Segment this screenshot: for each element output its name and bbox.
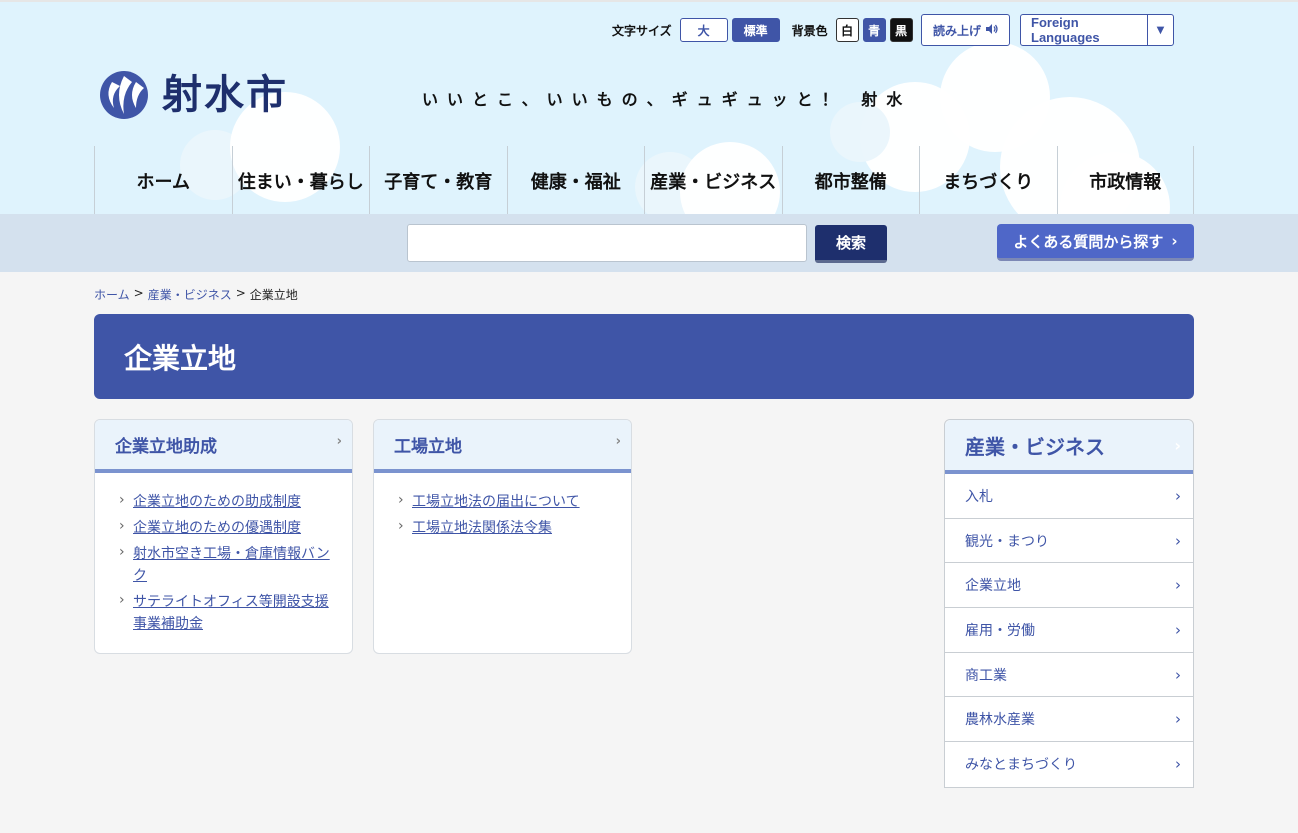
gnav-item-urban[interactable]: 都市整備: [781, 146, 920, 214]
breadcrumb-separator: >: [133, 286, 144, 300]
card-heading[interactable]: 工場立地 ›: [374, 420, 631, 473]
bg-black-button[interactable]: 黒: [889, 18, 913, 42]
chevron-right-icon: ›: [1171, 232, 1178, 250]
font-standard-button[interactable]: 標準: [731, 18, 780, 42]
breadcrumb: ホーム > 産業・ビジネス > 企業立地: [94, 286, 298, 303]
read-aloud-label: 読み上げ: [932, 23, 981, 38]
breadcrumb-parent[interactable]: 産業・ビジネス: [148, 286, 232, 303]
side-nav-item-port-town[interactable]: みなとまちづくり ›: [945, 742, 1193, 787]
side-nav-item-label: 商工業: [965, 667, 1007, 684]
gnav-item-community[interactable]: まちづくり: [919, 146, 1057, 214]
search-bar: 検索 よくある質問から探す ›: [0, 214, 1298, 272]
city-emblem-icon: [100, 71, 148, 119]
side-nav-item-agriculture[interactable]: 農林水産業 ›: [945, 697, 1193, 743]
breadcrumb-home[interactable]: ホーム: [94, 286, 130, 303]
search-button[interactable]: 検索: [815, 225, 887, 263]
side-nav-title: 産業・ビジネス: [965, 434, 1105, 459]
card-link[interactable]: サテライトオフィス等開設支援事業補助金: [133, 594, 329, 632]
chevron-right-icon: ›: [1175, 755, 1181, 774]
list-item: 企業立地のための助成制度: [119, 489, 332, 513]
side-nav-item-tourism[interactable]: 観光・まつり ›: [945, 519, 1193, 564]
font-size-label: 文字サイズ: [612, 23, 672, 38]
breadcrumb-separator: >: [235, 286, 246, 300]
background-color-label: 背景色: [791, 23, 828, 38]
gnav-item-health[interactable]: 健康・福祉: [506, 146, 645, 214]
card-link[interactable]: 射水市空き工場・倉庫情報バンク: [133, 546, 330, 584]
list-item: 射水市空き工場・倉庫情報バンク: [119, 541, 332, 587]
card-link[interactable]: 工場立地法の届出について: [412, 494, 580, 510]
card-link[interactable]: 企業立地のための優遇制度: [133, 520, 301, 536]
site-logo[interactable]: 射水市: [94, 70, 288, 120]
speaker-icon: [985, 23, 998, 38]
utility-bar: 文字サイズ 大 標準 背景色 白 青 黒: [600, 14, 917, 46]
chevron-right-icon: ›: [1174, 435, 1181, 455]
page-title: 企業立地: [94, 314, 1194, 399]
read-aloud-button[interactable]: 読み上げ: [921, 14, 1010, 46]
chevron-right-icon: ›: [1175, 665, 1181, 684]
list-item: 工場立地法の届出について: [398, 489, 611, 513]
faq-search-label: よくある質問から探す: [1013, 232, 1164, 251]
logo-text: 射水市: [162, 72, 288, 118]
chevron-right-icon: ›: [615, 434, 621, 449]
bg-white-button[interactable]: 白: [835, 18, 859, 42]
foreign-languages-select[interactable]: Foreign Languages ▼: [1020, 14, 1174, 46]
card-title: 工場立地: [394, 437, 462, 457]
breadcrumb-current: 企業立地: [249, 288, 298, 302]
side-nav-item-label: 入札: [965, 488, 993, 505]
card-link-list: 工場立地法の届出について 工場立地法関係法令集: [374, 473, 631, 539]
gnav-item-living[interactable]: 住まい・暮らし: [231, 146, 370, 214]
side-nav-item-label: 企業立地: [965, 578, 1021, 595]
site-header: 文字サイズ 大 標準 背景色 白 青 黒 読み上げ Foreign Langua…: [0, 0, 1298, 214]
card-link-list: 企業立地のための助成制度 企業立地のための優遇制度 射水市空き工場・倉庫情報バン…: [95, 473, 352, 635]
font-large-button[interactable]: 大: [679, 18, 728, 42]
catchphrase: いいとこ、いいもの、ギュギュッと！ 射水: [422, 90, 912, 109]
gnav-item-home[interactable]: ホーム: [94, 146, 232, 214]
chevron-right-icon: ›: [1175, 531, 1181, 550]
list-item: 企業立地のための優遇制度: [119, 515, 332, 539]
side-nav-item-label: 観光・まつり: [965, 533, 1049, 550]
faq-search-button[interactable]: よくある質問から探す ›: [997, 224, 1194, 261]
chevron-down-icon: ▼: [1147, 15, 1173, 45]
side-nav-item-label: みなとまちづくり: [965, 757, 1077, 774]
chevron-right-icon: ›: [1175, 710, 1181, 729]
side-nav-item-label: 農林水産業: [965, 712, 1035, 729]
side-nav: 産業・ビジネス › 入札 › 観光・まつり › 企業立地 › 雇用・労働 › 商…: [944, 419, 1194, 788]
side-nav-item-business-location[interactable]: 企業立地 ›: [945, 563, 1193, 609]
search-input[interactable]: [407, 224, 807, 262]
side-nav-item-employment[interactable]: 雇用・労働 ›: [945, 608, 1193, 653]
card-heading[interactable]: 企業立地助成 ›: [95, 420, 352, 473]
side-nav-item-commerce[interactable]: 商工業 ›: [945, 653, 1193, 698]
category-card: 企業立地助成 › 企業立地のための助成制度 企業立地のための優遇制度 射水市空き…: [94, 419, 353, 654]
chevron-right-icon: ›: [336, 434, 342, 449]
chevron-right-icon: ›: [1175, 576, 1181, 595]
foreign-languages-label: Foreign Languages: [1031, 15, 1100, 45]
gnav-item-childcare[interactable]: 子育て・教育: [369, 146, 507, 214]
gnav-item-government[interactable]: 市政情報: [1056, 146, 1194, 214]
chevron-right-icon: ›: [1175, 486, 1181, 505]
card-link[interactable]: 企業立地のための助成制度: [133, 494, 301, 510]
gnav-item-business[interactable]: 産業・ビジネス: [644, 146, 782, 214]
card-title: 企業立地助成: [115, 437, 217, 457]
side-nav-item-label: 雇用・労働: [965, 622, 1035, 639]
card-link[interactable]: 工場立地法関係法令集: [412, 520, 552, 536]
list-item: サテライトオフィス等開設支援事業補助金: [119, 589, 332, 635]
list-item: 工場立地法関係法令集: [398, 515, 611, 539]
global-nav: ホーム 住まい・暮らし 子育て・教育 健康・福祉 産業・ビジネス 都市整備 まち…: [94, 146, 1194, 214]
category-card: 工場立地 › 工場立地法の届出について 工場立地法関係法令集: [373, 419, 632, 654]
chevron-right-icon: ›: [1175, 620, 1181, 639]
side-nav-heading[interactable]: 産業・ビジネス ›: [945, 420, 1193, 474]
side-nav-item-bidding[interactable]: 入札 ›: [945, 474, 1193, 519]
bg-blue-button[interactable]: 青: [862, 18, 886, 42]
